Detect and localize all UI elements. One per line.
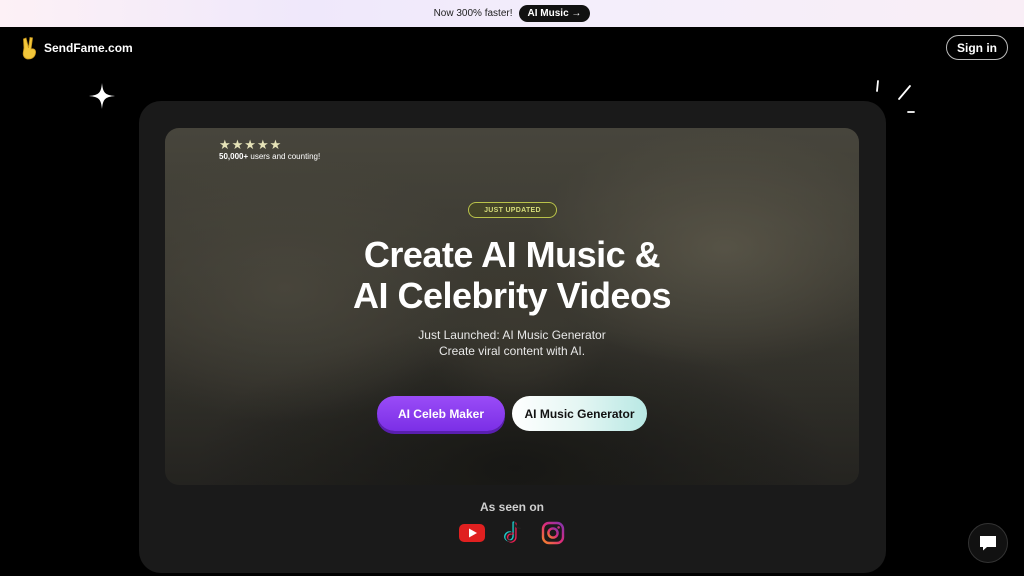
chat-widget-button[interactable] xyxy=(968,523,1008,563)
ai-music-generator-button[interactable]: AI Music Generator xyxy=(512,396,647,431)
as-seen-on-label: As seen on xyxy=(479,500,545,514)
announcement-text: Now 300% faster! xyxy=(433,8,513,19)
subtitle-line-2: Create viral content with AI. xyxy=(438,344,586,358)
hero-headline: Create AI Music & AI Celebrity Videos xyxy=(165,234,859,316)
users-count: 50,000+ xyxy=(219,152,249,161)
brand-name: SendFame.com xyxy=(44,41,133,55)
sign-in-button[interactable]: Sign in xyxy=(946,35,1008,60)
users-caption: users and counting! xyxy=(248,152,321,161)
rating-stars: ★★★★★ xyxy=(219,137,283,152)
just-updated-badge: JUST UPDATED xyxy=(468,202,557,218)
headline-line-2: AI Celebrity Videos xyxy=(353,275,671,316)
brand-logo[interactable]: SendFame.com xyxy=(20,36,133,60)
chat-bubble-icon xyxy=(980,536,996,551)
youtube-icon xyxy=(459,524,485,542)
hero-subtitle: Just Launched: AI Music Generator Create… xyxy=(165,327,859,359)
hero-video-panel: ★★★★★ 50,000+ users and counting! JUST U… xyxy=(165,128,859,485)
tiktok-icon xyxy=(504,521,521,543)
subtitle-line-1: Just Launched: AI Music Generator xyxy=(418,328,606,342)
peace-hand-icon xyxy=(22,37,36,60)
instagram-icon xyxy=(541,521,565,545)
ai-music-link[interactable]: AI Music → xyxy=(518,5,591,22)
ai-celeb-maker-button[interactable]: AI Celeb Maker xyxy=(377,396,505,431)
users-count-text: 50,000+ users and counting! xyxy=(219,152,320,161)
sparkle-icon xyxy=(89,83,115,109)
headline-line-1: Create AI Music & xyxy=(363,234,661,275)
announcement-bar: Now 300% faster! AI Music → xyxy=(0,0,1024,27)
